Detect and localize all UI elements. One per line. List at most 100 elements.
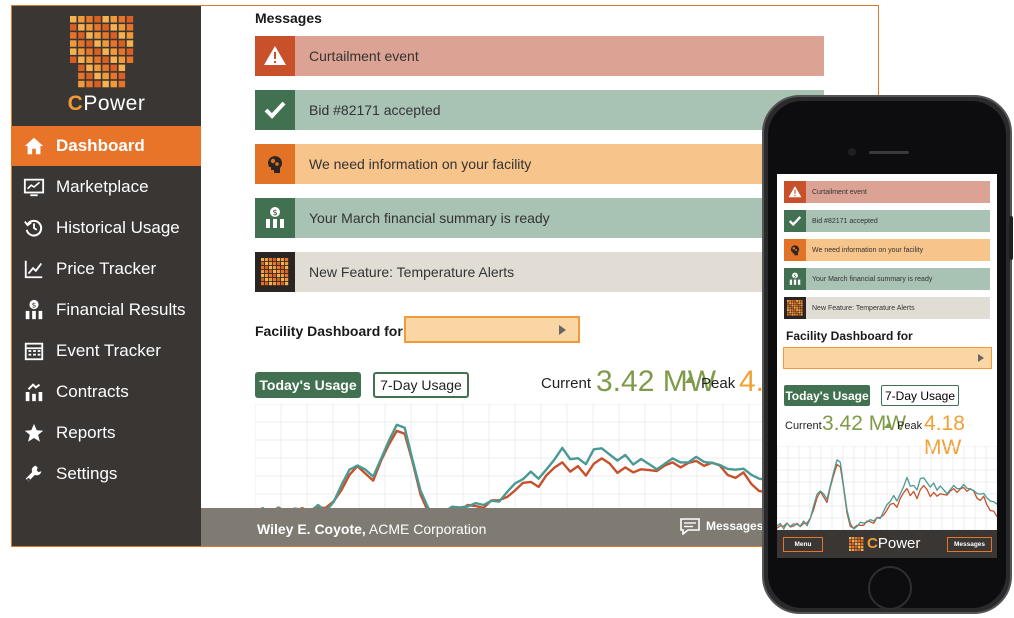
logo-grid-cell xyxy=(791,300,794,302)
logo-grid-cell xyxy=(94,32,101,39)
logo-grid-cell xyxy=(285,282,289,286)
sidebar-item-label: Historical Usage xyxy=(56,218,180,237)
logo-grid-cell xyxy=(102,24,109,31)
logo-grid-cell xyxy=(800,300,803,302)
tab-7day-usage[interactable]: 7-Day Usage xyxy=(373,372,469,398)
logo-grid-cell xyxy=(126,48,134,55)
logo-grid-cell xyxy=(285,266,289,270)
company-name: ACME Corporation xyxy=(365,521,487,537)
logo-grid-cell xyxy=(261,282,265,286)
logo-grid-cell xyxy=(94,24,101,31)
logo-grid-cell xyxy=(86,64,93,72)
sidebar-item-historical-usage[interactable]: Historical Usage xyxy=(12,208,201,248)
message-item[interactable]: $ Your March financial summary is ready xyxy=(255,198,824,238)
up-arrow-icon xyxy=(685,376,695,383)
logo-grid-cell xyxy=(273,282,277,286)
message-item[interactable]: New Feature: Temperature Alerts xyxy=(255,252,824,292)
financial-bars-icon: $ xyxy=(12,299,56,321)
logo-grid-cell xyxy=(110,32,117,39)
logo-grid-cell xyxy=(265,262,269,266)
sidebar-item-dashboard[interactable]: Dashboard xyxy=(12,126,201,166)
message-item[interactable]: Bid #82171 accepted xyxy=(784,210,990,232)
logo-grid-cell xyxy=(70,32,77,39)
logo-grid-cell xyxy=(102,48,109,55)
logo-grid-cell xyxy=(126,40,134,47)
mobile-tab-today-usage[interactable]: Today's Usage xyxy=(784,385,870,406)
history-icon xyxy=(12,217,56,239)
mobile-brand-logo: CPower xyxy=(849,535,920,552)
home-icon xyxy=(12,135,56,157)
message-item[interactable]: Curtailment event xyxy=(784,181,990,203)
message-item[interactable]: Bid #82171 accepted xyxy=(255,90,824,130)
mobile-facility-select[interactable] xyxy=(783,347,992,369)
logo-grid-cell xyxy=(787,309,789,311)
current-label: Current xyxy=(541,375,592,392)
logo-grid-cell xyxy=(798,311,801,314)
svg-text:$: $ xyxy=(794,273,797,279)
sidebar-item-event-tracker[interactable]: Event Tracker xyxy=(12,331,201,371)
logo-grid-cell xyxy=(796,300,798,302)
logo-grid-cell xyxy=(70,73,77,80)
logo-grid-cell xyxy=(78,16,85,23)
logo-grid-cell xyxy=(858,539,861,542)
logo-grid-cell xyxy=(285,274,289,278)
mobile-brand-name: CPower xyxy=(867,535,921,552)
logo-grid-cell xyxy=(94,80,101,88)
logo-grid-cell xyxy=(285,262,289,266)
logo-grid-cell xyxy=(70,24,77,31)
message-item[interactable]: We need information on your facility xyxy=(255,144,824,184)
financial-bars-icon: $ xyxy=(784,268,806,290)
message-text: Bid #82171 accepted xyxy=(309,102,441,118)
message-item[interactable]: We need information on your facility xyxy=(784,239,990,261)
logo-grid-cell xyxy=(277,266,281,270)
logo-grid-icon xyxy=(849,536,864,551)
mobile-tab-7day-usage[interactable]: 7-Day Usage xyxy=(881,385,959,406)
mobile-menu-button[interactable]: Menu xyxy=(783,537,823,552)
message-item[interactable]: $ Your March financial summary is ready xyxy=(784,268,990,290)
logo-grid-cell xyxy=(852,542,855,545)
sidebar-item-label: Event Tracker xyxy=(56,341,161,360)
logo-grid-cell xyxy=(787,311,789,314)
logo-grid-cell xyxy=(800,309,803,311)
sidebar-item-settings[interactable]: Settings xyxy=(12,454,201,494)
logo-grid-cell xyxy=(787,313,789,316)
logo-grid-cell xyxy=(86,24,93,31)
logo-grid-cell xyxy=(269,258,273,262)
message-item[interactable]: Curtailment event xyxy=(255,36,824,76)
sidebar-item-contracts[interactable]: Contracts xyxy=(12,372,201,412)
messages-button[interactable]: Messages xyxy=(679,517,763,535)
logo-grid-cell xyxy=(858,536,861,539)
tab-today-usage[interactable]: Today's Usage xyxy=(255,372,361,398)
brand-logo[interactable]: CPower xyxy=(12,6,201,124)
logo-grid-cell xyxy=(789,304,792,307)
logo-grid-cell xyxy=(798,300,801,302)
home-button[interactable] xyxy=(868,566,912,610)
sidebar-item-reports[interactable]: Reports xyxy=(12,413,201,453)
logo-grid-cell xyxy=(118,16,126,23)
logo-grid-cell xyxy=(800,313,803,316)
mobile-peak-label: Peak xyxy=(897,420,923,432)
logo-grid-cell xyxy=(261,262,265,266)
sidebar-item-price-tracker[interactable]: Price Tracker xyxy=(12,249,201,289)
logo-grid-cell xyxy=(849,539,852,542)
logo-grid-cell xyxy=(118,24,126,31)
facility-select[interactable] xyxy=(404,316,580,343)
sidebar-item-marketplace[interactable]: Marketplace xyxy=(12,167,201,207)
mobile-messages-button[interactable]: Messages xyxy=(947,537,992,552)
logo-grid-cell xyxy=(273,266,277,270)
message-item[interactable]: New Feature: Temperature Alerts xyxy=(784,297,990,319)
message-text: New Feature: Temperature Alerts xyxy=(812,304,915,312)
logo-grid-cell xyxy=(127,81,134,88)
sidebar-item-financial-results[interactable]: $ Financial Results xyxy=(12,290,201,330)
logo-grid-cell xyxy=(86,32,93,39)
message-text: Your March financial summary is ready xyxy=(309,210,550,226)
logo-grid-cell xyxy=(78,72,85,80)
usage-chart xyxy=(255,404,775,512)
messages-title: Messages xyxy=(255,10,322,26)
logo-grid-cell xyxy=(796,306,798,309)
logo-grid-cell xyxy=(261,278,265,282)
logo-grid-cell xyxy=(855,536,858,539)
logo-grid-cell xyxy=(78,64,85,72)
logo-grid-cell xyxy=(855,545,858,548)
messages-button-label: Messages xyxy=(706,519,764,533)
